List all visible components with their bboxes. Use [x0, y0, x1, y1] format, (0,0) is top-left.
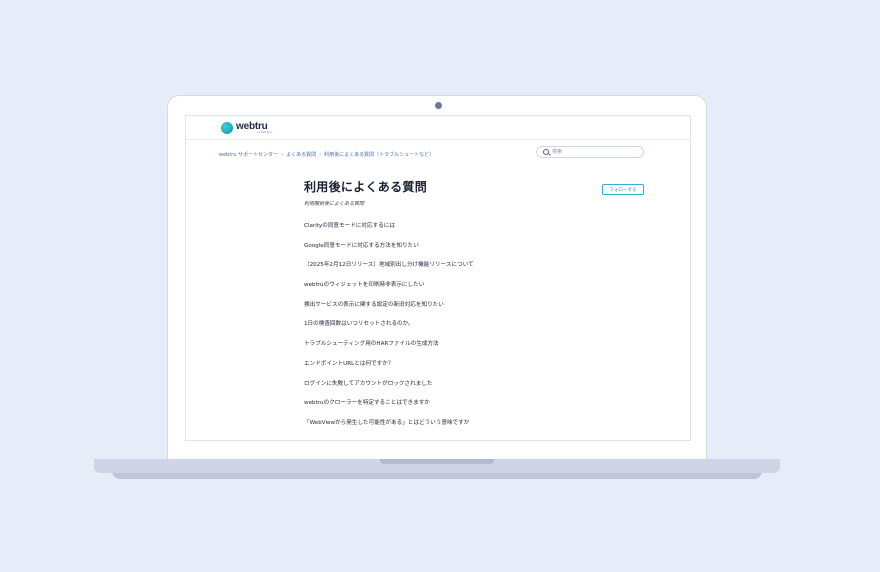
article-link[interactable]: webtruのクローラーを特定することはできますか	[304, 399, 604, 419]
breadcrumb-separator: ›	[319, 151, 322, 158]
laptop-opening-notch	[380, 459, 494, 464]
article-link[interactable]: トラブルシューティング用のHARファイルの生成方法	[304, 340, 604, 360]
page-title: 利用後によくある質問	[304, 180, 428, 194]
search-icon	[543, 149, 549, 155]
breadcrumb-home[interactable]: webtru サポートセンター	[219, 151, 278, 158]
article-list: Clarityの同意モードに対応するには Google同意モードに対応する方法を…	[304, 222, 604, 439]
article-link[interactable]: 1日の検査回数はいつリセットされるのか。	[304, 320, 604, 340]
search-input[interactable]	[552, 148, 640, 156]
breadcrumb: webtru サポートセンター › よくある質問 › 利用後によくある質問（トラ…	[219, 151, 434, 159]
camera-dot	[435, 102, 442, 109]
search-box[interactable]	[536, 146, 644, 158]
page-subtitle: 利用開始後によくある質問	[304, 201, 365, 207]
follow-button[interactable]: フォローする	[602, 184, 644, 195]
article-link[interactable]: エンドポイントURLとは何ですか？	[304, 360, 604, 380]
site-header: webtru by DataSign	[186, 116, 690, 140]
article-link[interactable]: 検出サービスの表示に関する設定の新旧対応を知りたい	[304, 301, 604, 321]
article-link[interactable]: 「WebViewから発生した可能性がある」とはどういう意味ですか	[304, 419, 604, 439]
logo-subtext: by DataSign	[257, 131, 273, 134]
breadcrumb-separator: ›	[281, 151, 284, 158]
article-link[interactable]: （2025年2月12日リリース）地域別出し分け機能リリースについて	[304, 261, 604, 281]
laptop-lid: webtru by DataSign webtru サポートセンター › よくあ…	[167, 95, 707, 461]
article-link[interactable]: Clarityの同意モードに対応するには	[304, 222, 604, 242]
breadcrumb-current-section[interactable]: 利用後によくある質問（トラブルシュートなど）	[324, 151, 434, 158]
article-link[interactable]: Google同意モードに対応する方法を知りたい	[304, 242, 604, 262]
laptop-screen: webtru by DataSign webtru サポートセンター › よくあ…	[185, 115, 691, 441]
globe-logo-icon	[221, 122, 233, 134]
article-link[interactable]: ログインに失敗してアカウントがロックされました	[304, 380, 604, 400]
breadcrumb-faq[interactable]: よくある質問	[286, 151, 316, 158]
article-link[interactable]: webtruのウィジェットを印刷時非表示にしたい	[304, 281, 604, 301]
